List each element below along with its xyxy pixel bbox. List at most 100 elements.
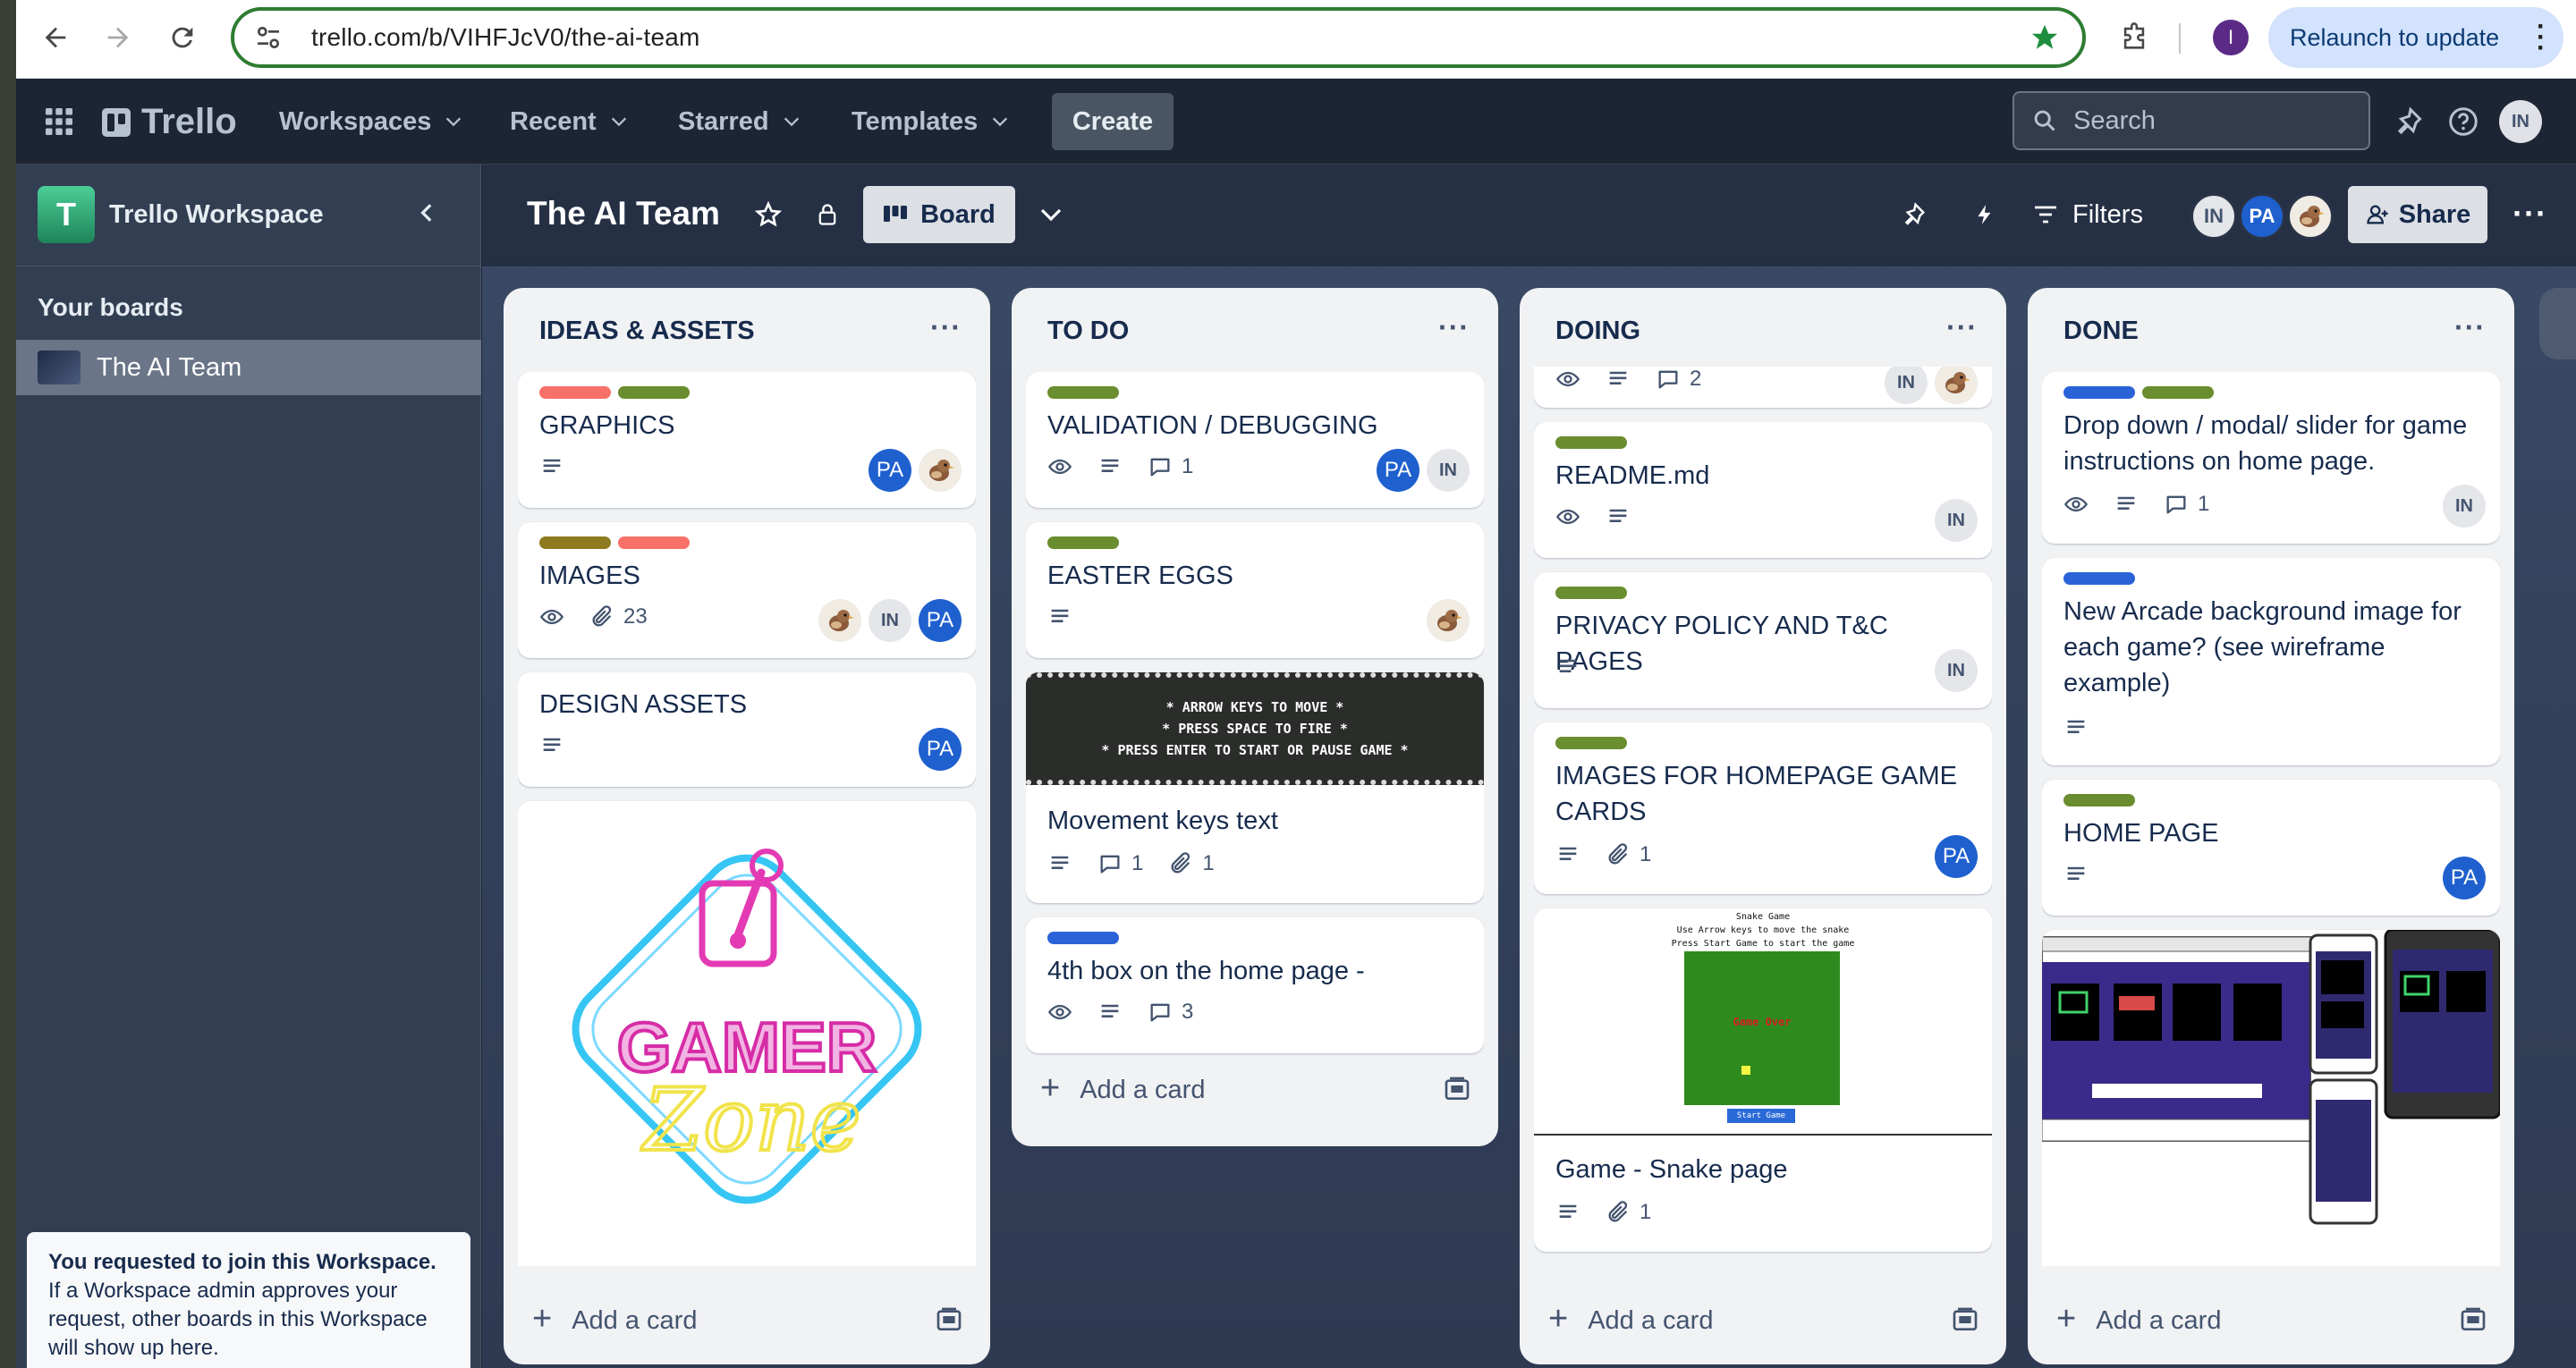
card-template-icon[interactable] <box>2459 1305 2487 1334</box>
card-design-assets[interactable]: DESIGN ASSETS PA <box>518 672 976 787</box>
avatar[interactable]: IN <box>1935 649 1978 692</box>
card-home-page[interactable]: HOME PAGE PA <box>2042 780 2500 916</box>
label-green[interactable] <box>1555 737 1627 749</box>
trello-logo[interactable]: Trello <box>102 102 237 142</box>
address-bar[interactable]: trello.com/b/VIHFJcV0/the-ai-team <box>231 7 2086 68</box>
avatar[interactable]: IN <box>1427 449 1470 492</box>
avatar[interactable]: IN <box>1885 367 1928 404</box>
member-avatar-in[interactable]: IN <box>2190 193 2237 240</box>
notifications-icon[interactable] <box>2390 104 2426 139</box>
avatar[interactable]: IN <box>1935 499 1978 542</box>
forward-button[interactable] <box>97 16 140 59</box>
list-menu-icon[interactable]: ··· <box>1946 311 1978 344</box>
user-avatar[interactable]: IN <box>2499 100 2542 143</box>
member-avatar-pa[interactable]: PA <box>2239 193 2285 240</box>
card-snake-page[interactable]: Snake Game Use Arrow keys to move the sn… <box>1534 908 1992 1252</box>
card-validation-debugging[interactable]: VALIDATION / DEBUGGING 1 PA IN <box>1026 372 1484 508</box>
workspace-avatar[interactable]: T <box>38 186 95 243</box>
power-ups-icon[interactable] <box>1895 197 1931 232</box>
list-menu-icon[interactable]: ··· <box>2454 311 2486 344</box>
card-images[interactable]: IMAGES 23 IN PA <box>518 522 976 658</box>
card-graphics[interactable]: GRAPHICS PA <box>518 372 976 508</box>
share-button[interactable]: Share <box>2348 186 2487 243</box>
list-title[interactable]: IDEAS & ASSETS <box>539 317 755 346</box>
label-blue[interactable] <box>2063 572 2135 585</box>
card-template-icon[interactable] <box>935 1305 963 1334</box>
label-green[interactable] <box>1555 587 1627 599</box>
add-card-button[interactable]: + Add a card <box>1040 1068 1205 1112</box>
avatar[interactable]: IN <box>2443 485 2486 528</box>
avatar[interactable] <box>1935 367 1978 404</box>
menu-recent[interactable]: Recent <box>510 100 629 143</box>
label-olive[interactable] <box>539 536 611 549</box>
avatar[interactable]: PA <box>1377 449 1419 492</box>
label-blue[interactable] <box>2063 386 2135 399</box>
browser-profile-avatar[interactable]: I <box>2213 20 2249 55</box>
label-blue[interactable] <box>1047 932 1119 944</box>
card-images-homepage[interactable]: IMAGES FOR HOMEPAGE GAME CARDS 1 PA <box>1534 722 1992 894</box>
site-settings-icon[interactable] <box>250 20 286 55</box>
list-menu-icon[interactable]: ··· <box>1438 311 1470 344</box>
avatar[interactable]: IN <box>869 599 911 642</box>
card-readme[interactable]: README.md IN <box>1534 422 1992 558</box>
avatar[interactable]: PA <box>869 449 911 492</box>
view-switcher-chevron-icon[interactable] <box>1033 197 1069 232</box>
card-arcade-background[interactable]: New Arcade background image for each gam… <box>2042 558 2500 765</box>
menu-starred[interactable]: Starred <box>678 100 801 143</box>
help-icon[interactable] <box>2445 104 2481 139</box>
label-green[interactable] <box>2063 794 2135 806</box>
label-red[interactable] <box>539 386 611 399</box>
card-easter-eggs[interactable]: EASTER EGGS <box>1026 522 1484 658</box>
avatar[interactable] <box>1427 599 1470 642</box>
card-gamer-zone-cover[interactable]: GAMER Zone <box>518 801 976 1266</box>
list-title[interactable]: DONE <box>2063 317 2139 346</box>
card-privacy-policy[interactable]: PRIVACY POLICY AND T&C PAGES IN <box>1534 572 1992 708</box>
lock-icon[interactable] <box>809 197 845 232</box>
back-button[interactable] <box>34 16 77 59</box>
search-input[interactable]: Search <box>2012 91 2370 150</box>
add-list-partial[interactable] <box>2539 288 2576 359</box>
label-green[interactable] <box>2142 386 2214 399</box>
bookmark-star-icon[interactable] <box>2027 20 2063 55</box>
card-4th-box[interactable]: 4th box on the home page - 3 <box>1026 917 1484 1053</box>
card-template-icon[interactable] <box>1951 1305 1979 1334</box>
board-view-button[interactable]: Board <box>863 186 1015 243</box>
list-title[interactable]: TO DO <box>1047 317 1129 346</box>
add-card-button[interactable]: + Add a card <box>532 1298 697 1343</box>
reload-button[interactable] <box>161 16 204 59</box>
board-menu-icon[interactable]: ··· <box>2512 195 2547 232</box>
menu-workspaces[interactable]: Workspaces <box>279 100 463 143</box>
create-button[interactable]: Create <box>1052 93 1174 150</box>
label-green[interactable] <box>1555 436 1627 449</box>
avatar[interactable]: PA <box>919 728 962 771</box>
card-movement-keys-text[interactable]: * ARROW KEYS TO MOVE * * PRESS SPACE TO … <box>1026 672 1484 903</box>
sidebar-item-the-ai-team[interactable]: The AI Team <box>16 340 481 395</box>
card-partial-top[interactable]: 2 IN <box>1534 367 1992 408</box>
collapse-sidebar-button[interactable] <box>410 195 445 231</box>
workspace-name[interactable]: Trello Workspace <box>109 200 324 230</box>
label-red[interactable] <box>618 536 690 549</box>
card-template-icon[interactable] <box>1443 1075 1471 1103</box>
avatar[interactable]: PA <box>1935 835 1978 878</box>
label-green[interactable] <box>1047 386 1119 399</box>
card-wireframe-cover[interactable] <box>2042 930 2500 1266</box>
add-card-button[interactable]: + Add a card <box>1548 1298 1713 1343</box>
avatar[interactable] <box>919 449 962 492</box>
menu-templates[interactable]: Templates <box>852 100 1010 143</box>
list-menu-icon[interactable]: ··· <box>930 311 962 344</box>
list-title[interactable]: DOING <box>1555 317 1640 346</box>
avatar[interactable] <box>818 599 861 642</box>
filters-button[interactable]: Filters <box>2033 190 2143 240</box>
extensions-icon[interactable] <box>2114 18 2154 57</box>
label-green[interactable] <box>618 386 690 399</box>
avatar[interactable]: PA <box>919 599 962 642</box>
avatar[interactable]: PA <box>2443 857 2486 899</box>
board-title[interactable]: The AI Team <box>527 195 720 232</box>
label-green[interactable] <box>1047 536 1119 549</box>
star-board-icon[interactable] <box>750 197 786 232</box>
browser-menu-icon[interactable]: · · · <box>2537 13 2546 62</box>
member-avatar-bird[interactable] <box>2287 193 2334 240</box>
relaunch-button[interactable]: Relaunch to update · · · <box>2268 7 2563 68</box>
automation-icon[interactable] <box>1967 197 2003 232</box>
card-drop-down-modal[interactable]: Drop down / modal/ slider for game instr… <box>2042 372 2500 544</box>
